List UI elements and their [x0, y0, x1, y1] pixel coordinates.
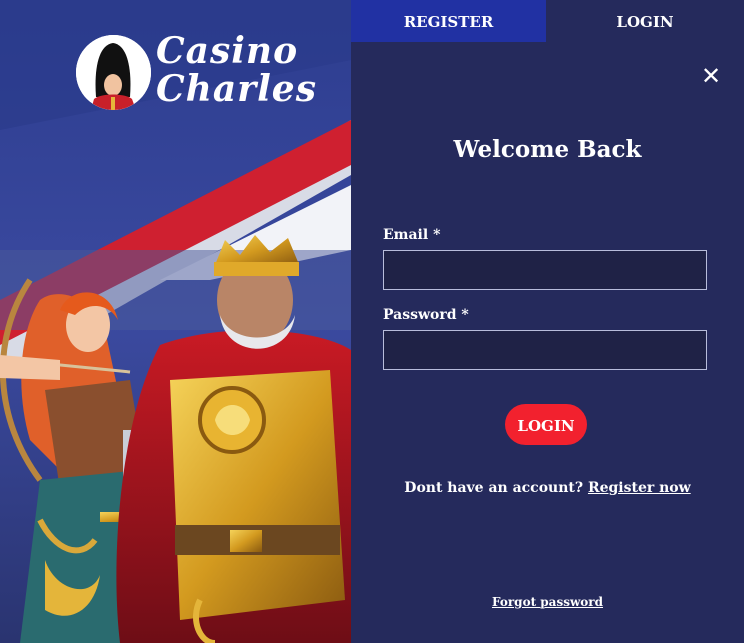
- promo-artwork: Casino Charles: [0, 0, 351, 643]
- close-icon[interactable]: ✕: [699, 64, 723, 88]
- signup-prompt-text: Dont have an account?: [404, 480, 584, 496]
- tab-login[interactable]: LOGIN: [546, 0, 744, 42]
- login-button[interactable]: LOGIN: [505, 404, 587, 445]
- casino-logo[interactable]: Casino Charles: [76, 32, 316, 112]
- guard-icon: [76, 35, 151, 110]
- brand-name-line1: Casino: [156, 30, 299, 72]
- login-panel: REGISTER LOGIN ✕ Welcome Back Email * Pa…: [351, 0, 744, 643]
- password-field[interactable]: [383, 330, 707, 370]
- email-field[interactable]: [383, 250, 707, 290]
- page-title: Welcome Back: [453, 136, 642, 163]
- auth-tabs: REGISTER LOGIN: [351, 0, 744, 42]
- brand-name: Casino Charles: [156, 32, 317, 108]
- email-label: Email *: [383, 227, 441, 243]
- forgot-password-link[interactable]: Forgot password: [351, 595, 744, 609]
- signup-prompt: Dont have an account? Register now: [351, 480, 744, 496]
- register-now-link[interactable]: Register now: [588, 480, 691, 496]
- tab-register[interactable]: REGISTER: [351, 0, 546, 42]
- brand-name-line2: Charles: [156, 68, 317, 110]
- password-label: Password *: [383, 307, 469, 323]
- login-modal: Casino Charles REGISTER LOGIN ✕ Welcome …: [0, 0, 744, 643]
